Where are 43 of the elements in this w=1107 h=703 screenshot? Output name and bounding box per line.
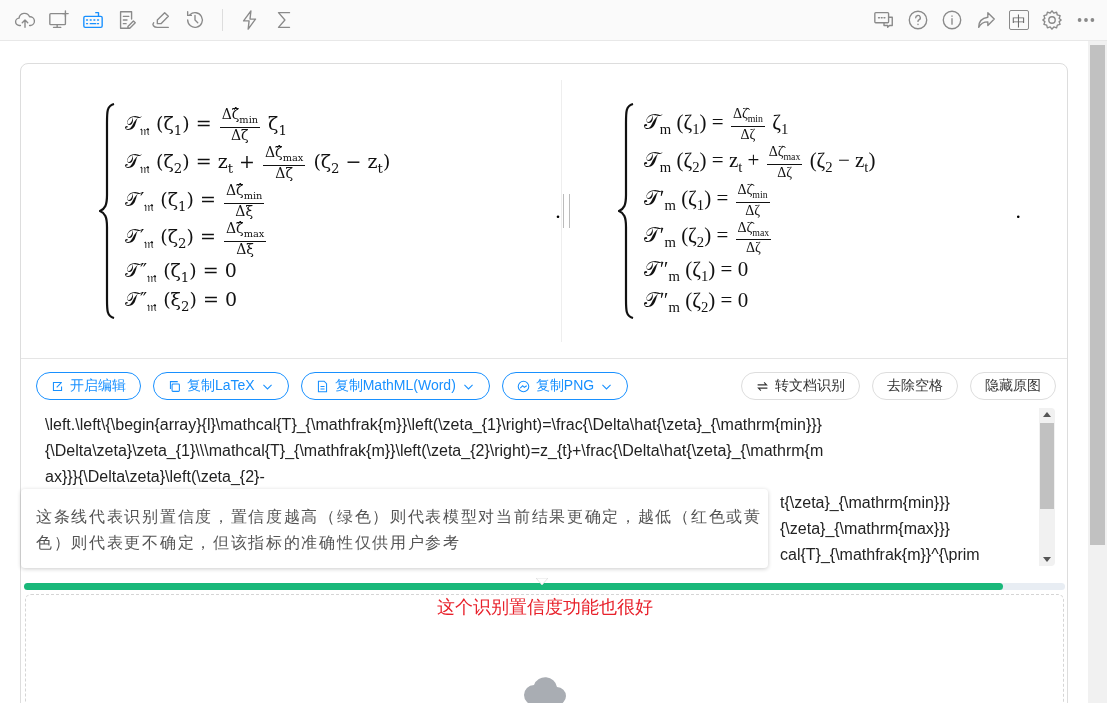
equation: 𝒯′$_{𝔪}$ (ζ$_{1}$) = Δζ̂$_{min}$ Δξ <box>125 183 266 219</box>
equation: 𝒯″$_{𝔪}$ (ζ$_{1}$) = 0 <box>125 258 238 286</box>
tooltip-arrow <box>536 578 548 586</box>
latex-line: {\zeta}_{\mathrm{max}}} <box>780 519 950 539</box>
equation: 𝒯′$_{m}$ (ζ$_{2}$) = Δζ̂$_{max}$ Δζ <box>643 219 773 256</box>
action-button[interactable]: 隐藏原图 <box>970 372 1056 400</box>
copy-icon <box>168 379 181 393</box>
equation: 𝒯″$_{𝔪}$ (ξ$_{2}$) = 0 <box>125 287 238 315</box>
action-button[interactable]: 开启编辑 <box>36 372 141 400</box>
equation: 𝒯$_{m}$ (ζ$_{1}$) = Δζ̂$_{min}$ Δζ ζ$_{1}$ <box>643 106 790 142</box>
tooltip: 这条线代表识别置信度，置信度越高（绿色）则代表模型对当前结果更确定，越低（红色或黄色）则代表更不确定，但该指标的准确性仅供用户参考 <box>21 489 768 568</box>
equation: 𝒯′$_{𝔪}$ (ζ$_{2}$) = Δζ̂$_{max}$ Δξ <box>125 220 268 257</box>
latex-line: \left.\left\{\begin{array}{l}\mathcal{T}_{\mathfrak{m}}\left(\zeta_{1}\right)=\frac{\Delta\hat{\zeta}_{\mathrm{min}}} <box>45 415 823 435</box>
period-text: . <box>1015 198 1021 224</box>
settings-icon[interactable] <box>1039 7 1065 33</box>
scroll-down-icon[interactable] <box>1043 557 1051 562</box>
period-text: . <box>555 198 561 224</box>
editor-scrollbar[interactable] <box>1039 408 1055 566</box>
action-button[interactable]: 转文档识别 <box>741 372 860 400</box>
resize-handle[interactable] <box>562 194 570 228</box>
action-button[interactable]: 去除空格 <box>872 372 958 400</box>
latex-line: cal{T}_{\mathfrak{m}}^{\prim <box>780 545 980 565</box>
document-icon <box>315 379 329 393</box>
scroll-up-icon[interactable] <box>1043 412 1051 417</box>
equation: 𝒯′$_{m}$ (ζ$_{1}$) = Δζ̂$_{min}$ Δζ <box>643 181 771 218</box>
latex-line: {\Delta\zeta}\zeta_{1}\\\mathcal{T}_{\mathfrak{m}}\left(\zeta_{2}\right)=z_{t}+\frac{\Delta\hat{\zeta}_{\mathrm{m <box>45 441 825 461</box>
swap-icon <box>756 379 769 393</box>
latex-line: ax}}}{\Delta\zeta}\left(\zeta_{2}- <box>45 467 266 487</box>
action-button[interactable]: 复制MathML(Word) <box>300 372 490 400</box>
equation: 𝒯$_{m}$ (ζ$_{2}$) = z$_{t}$ + Δζ̂$_{max}$ Δζ (ζ$_{2}$ − z$_{t}$) <box>643 144 876 180</box>
page-scrollbar[interactable] <box>1088 41 1107 703</box>
equation: 𝒯$_{𝔪}$ (ζ$_{1}$) = Δζ̂$_{min}$ Δζ ζ$_{1}$ <box>125 107 288 144</box>
annotation-text: 这个识别置信度功能也很好 <box>436 596 653 619</box>
action-button[interactable]: 复制PNG <box>501 372 629 400</box>
action-button[interactable]: 复制LaTeX <box>153 372 289 400</box>
image-icon <box>516 379 530 393</box>
chinese-mode-button[interactable]: 中 <box>1009 10 1029 30</box>
equation: 𝒯″$_{m}$ (ζ$_{2}$) = 0 <box>643 287 750 316</box>
equation: 𝒯″$_{m}$ (ζ$_{1}$) = 0 <box>643 257 750 286</box>
latex-line: t{\zeta}_{\mathrm{min}}} <box>780 493 950 513</box>
upload-area[interactable]: 这个识别置信度功能也很好 <box>25 594 1064 703</box>
edit-icon <box>51 379 64 393</box>
equation: 𝒯$_{𝔪}$ (ζ$_{2}$) = z$_{t}$ + Δζ̂$_{max}$ Δζ (ζ$_{2}$ − z$_{t}$) <box>125 145 391 181</box>
